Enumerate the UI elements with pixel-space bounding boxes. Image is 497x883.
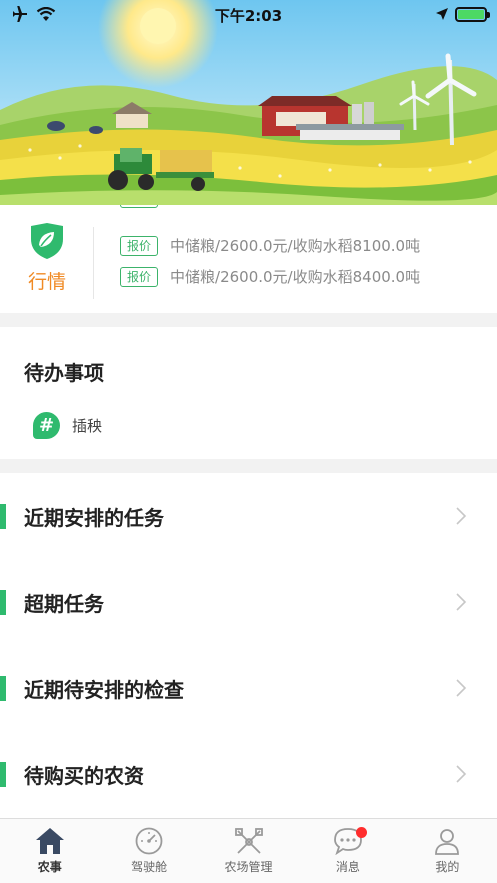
tab-label: 农事 (37, 860, 62, 874)
chevron-right-icon (456, 593, 467, 611)
todo-section: 待办事项 # 插秧 (0, 327, 497, 459)
tab-label: 消息 (335, 860, 360, 874)
list-item-label: 近期安排的任务 (24, 505, 164, 530)
quote-text: 中储粮/2600.0元/收购水稻8100.0吨 (170, 205, 420, 208)
tab-profile[interactable]: 我的 (398, 819, 497, 883)
quote-row[interactable]: 报价 中储粮/2600.0元/收购水稻8400.0吨 (120, 266, 420, 287)
status-time: 下午2:03 (214, 7, 283, 25)
list-item-pending-inspections[interactable]: 近期待安排的检查 (0, 645, 497, 731)
quote-tag: 报价 (120, 205, 159, 208)
list-item-label: 超期任务 (24, 591, 104, 616)
accent-bar (0, 762, 6, 787)
chevron-right-icon (456, 679, 467, 697)
unread-badge (356, 827, 368, 838)
quote-text: 中储粮/2600.0元/收购水稻8400.0吨 (170, 268, 421, 286)
list-item-overdue-tasks[interactable]: 超期任务 (0, 559, 497, 645)
todo-item-label: 插秧 (72, 417, 103, 435)
app-screen: 下午2:03 行情 报价 中储粮/2600.0元/收购水稻8100.0吨 报价 … (0, 0, 497, 883)
tab-cockpit[interactable]: 驾驶舱 (99, 819, 198, 883)
chevron-right-icon (456, 765, 467, 783)
shield-leaf-icon (31, 223, 63, 259)
list-item-supplies-to-buy[interactable]: 待购买的农资 (0, 731, 497, 817)
quote-row-partial: 报价 中储粮/2600.0元/收购水稻8100.0吨 (120, 205, 420, 208)
farm-illustration (0, 0, 497, 205)
vertical-divider (93, 227, 94, 299)
home-icon (35, 828, 64, 854)
task-list: 近期安排的任务 超期任务 近期待安排的检查 待购买的农资 (0, 473, 497, 818)
list-item-label: 近期待安排的检查 (24, 677, 184, 702)
tab-label: 驾驶舱 (131, 860, 168, 874)
quote-text: 中储粮/2600.0元/收购水稻8100.0吨 (170, 237, 421, 255)
quote-tag: 报价 (120, 266, 159, 287)
market-quote-card[interactable]: 行情 报价 中储粮/2600.0元/收购水稻8100.0吨 报价 中储粮/260… (0, 205, 497, 313)
farm-banner (0, 0, 497, 205)
tab-farm-management[interactable]: 农场管理 (199, 819, 298, 883)
bottom-tab-bar: 农事 驾驶舱 农场管理 消息 我的 (0, 818, 497, 883)
status-bar: 下午2:03 (0, 0, 497, 28)
quote-tag: 报价 (120, 235, 159, 256)
tab-label: 农场管理 (224, 860, 273, 874)
tab-messages[interactable]: 消息 (298, 819, 397, 883)
quote-ticker: 报价 中储粮/2600.0元/收购水稻8100.0吨 报价 中储粮/2600.0… (120, 205, 477, 313)
user-icon (435, 829, 460, 855)
list-item-label: 待购买的农资 (24, 763, 144, 788)
quote-row[interactable]: 报价 中储粮/2600.0元/收购水稻8100.0吨 (120, 235, 420, 256)
todo-item[interactable]: # 插秧 (33, 412, 102, 439)
chevron-right-icon (456, 507, 467, 525)
market-label: 行情 (27, 271, 66, 293)
tab-farming[interactable]: 农事 (0, 819, 99, 883)
accent-bar (0, 676, 6, 701)
gauge-icon (135, 827, 163, 855)
hash-icon: # (33, 412, 60, 439)
accent-bar (0, 504, 6, 529)
battery-icon (455, 6, 490, 22)
todo-title: 待办事项 (24, 361, 104, 385)
accent-bar (0, 590, 6, 615)
list-item-recent-tasks[interactable]: 近期安排的任务 (0, 473, 497, 559)
market-logo: 行情 (26, 223, 68, 294)
tools-icon (234, 828, 263, 854)
tab-label: 我的 (435, 860, 460, 874)
